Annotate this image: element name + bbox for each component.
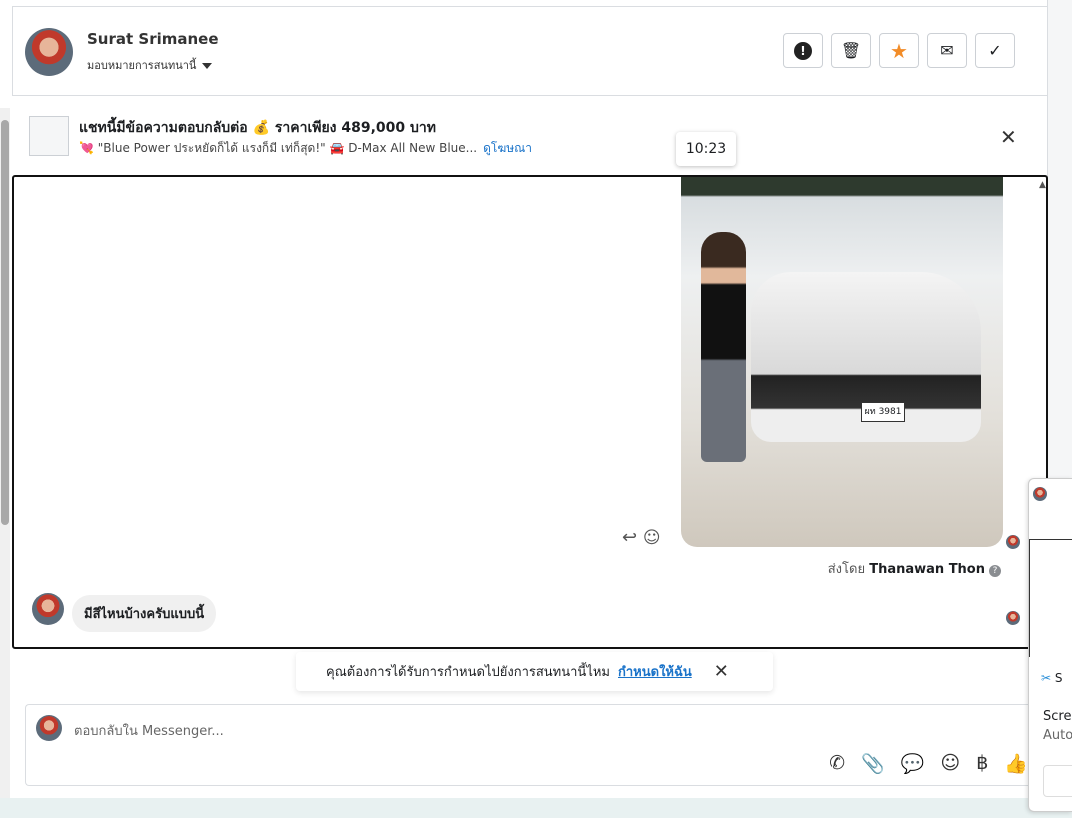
bottom-bar [0, 798, 1072, 818]
ad-title: แชทนี้มีข้อความตอบกลับต่อ 💰 ราคาเพียง 48… [79, 120, 437, 136]
view-ad-link[interactable]: ดูโฆษณา [483, 141, 532, 155]
caret-down-icon [202, 63, 213, 69]
phone-add-icon[interactable]: ✆ [829, 752, 845, 775]
check-icon: ✓ [988, 41, 1002, 60]
close-ad-button[interactable]: ✕ [1000, 125, 1017, 149]
scrollbar[interactable] [0, 108, 10, 798]
star-icon: ★ [890, 38, 908, 63]
react-emoji-icon[interactable]: ☺ [643, 528, 661, 548]
page-avatar [36, 715, 62, 741]
emoji-icon[interactable]: ☺ [940, 752, 960, 775]
contact-avatar[interactable] [25, 28, 73, 76]
help-icon[interactable]: ? [989, 565, 1001, 577]
reply-composer[interactable]: ตอบกลับใน Messenger... ✆ 📎 💬 ☺ ฿ 👍 [25, 704, 1048, 786]
message-thread: ผท 3981 ▲ ↩ ☺ ส่งโดย Thanawan Thon? มีสี… [12, 175, 1048, 649]
sent-by-name: Thanawan Thon [869, 562, 985, 577]
star-button[interactable]: ★ [879, 33, 919, 68]
scroll-up-icon[interactable]: ▲ [1039, 180, 1046, 190]
ad-text: 💘 "Blue Power ประหยัดก็ได้ แรงก็มี เท่ก็… [79, 141, 478, 155]
close-icon[interactable]: ✕ [714, 661, 729, 682]
license-plate: ผท 3981 [861, 402, 905, 422]
paperclip-icon[interactable]: 📎 [861, 752, 885, 775]
scissors-icon: ✂ [1041, 671, 1052, 685]
ad-thumbnail [29, 116, 69, 156]
popup-title: ✂ S [1041, 671, 1063, 685]
envelope-icon: ✉ [940, 41, 954, 60]
person-image [701, 232, 746, 462]
mark-done-button[interactable]: ✓ [975, 33, 1015, 68]
saved-reply-icon[interactable]: 💬 [901, 752, 925, 775]
report-spam-button[interactable]: ! [783, 33, 823, 68]
divider [12, 95, 1047, 96]
sent-by: ส่งโดย Thanawan Thon? [828, 558, 1001, 579]
assign-label: มอบหมายการสนทนานี้ [87, 59, 197, 72]
assign-dropdown[interactable]: มอบหมายการสนทนานี้ [87, 56, 213, 74]
seen-avatar [1006, 611, 1020, 625]
timestamp-tooltip: 10:23 [676, 132, 736, 166]
notice-text: คุณต้องการได้รับการกำหนดไปยังการสนทนานี้… [326, 665, 610, 680]
sent-by-prefix: ส่งโดย [827, 562, 866, 577]
mark-unread-button[interactable]: ✉ [927, 33, 967, 68]
ad-subtitle: 💘 "Blue Power ประหยัดก็ได้ แรงก็มี เท่ก็… [79, 139, 532, 158]
reply-icon[interactable]: ↩ ☺ [622, 527, 661, 548]
composer-toolbar: ✆ 📎 💬 ☺ ฿ 👍 [829, 752, 1028, 775]
incoming-message: มีสีไหนบ้างครับแบบนี้ [72, 595, 217, 632]
contact-name[interactable]: Surat Srimanee [87, 30, 219, 48]
thumbs-up-icon[interactable]: 👍 [1004, 752, 1028, 775]
popup-line2: Auto [1043, 728, 1072, 743]
reply-input[interactable]: ตอบกลับใน Messenger... [74, 720, 224, 741]
assign-notice: คุณต้องการได้รับการกำหนดไปยังการสนทนานี้… [296, 652, 773, 691]
scrollbar-thumb[interactable] [1, 120, 9, 525]
car-image: ผท 3981 [751, 272, 981, 442]
alert-icon: ! [794, 41, 812, 60]
popup-button[interactable] [1043, 765, 1072, 797]
baht-icon[interactable]: ฿ [976, 752, 988, 775]
popup-line1: Scree [1043, 709, 1072, 724]
divider [12, 6, 1047, 7]
popup-title-text: S [1054, 671, 1063, 685]
message-image[interactable]: ผท 3981 [681, 177, 1003, 547]
popup-preview [1029, 539, 1072, 657]
delete-button[interactable]: 🗑 [831, 33, 871, 68]
divider [12, 6, 13, 96]
agent-avatar [1006, 535, 1020, 549]
trash-icon: 🗑 [840, 41, 862, 60]
assign-me-link[interactable]: กำหนดให้ฉัน [618, 661, 692, 682]
customer-avatar [32, 593, 64, 625]
popup-avatar [1033, 487, 1047, 501]
snipping-tool-popup[interactable]: ✂ S Scree Auto [1028, 478, 1072, 812]
